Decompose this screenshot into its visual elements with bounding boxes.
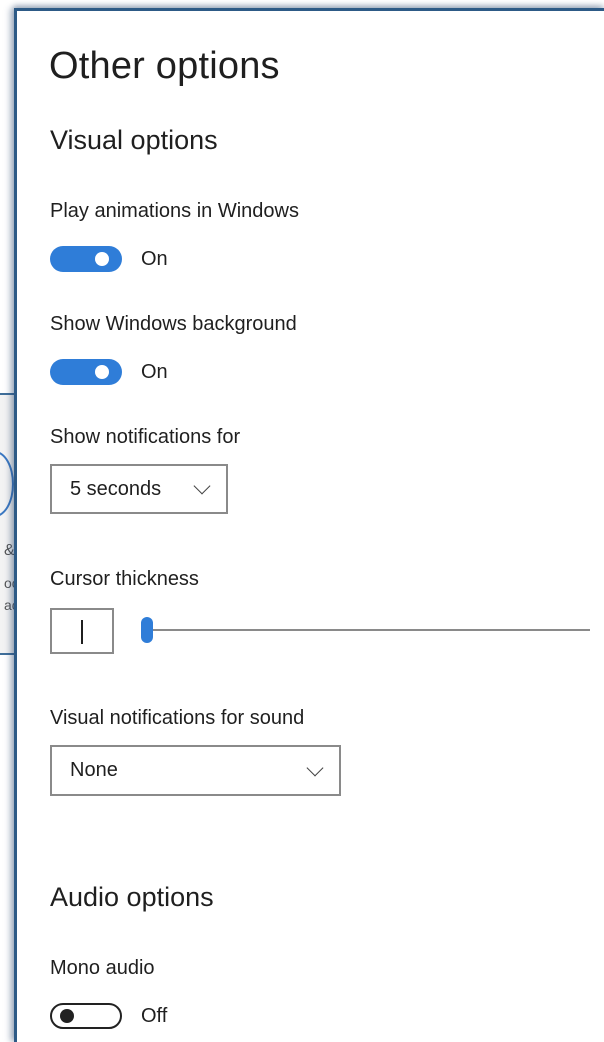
audio-options-heading: Audio options [50, 882, 214, 912]
notifications-duration-label: Show notifications for [50, 426, 241, 448]
show-background-toggle[interactable] [50, 359, 122, 385]
play-animations-state: On [141, 247, 168, 270]
cursor-thickness-slider[interactable] [141, 617, 590, 643]
cursor-thickness-preview [50, 608, 114, 654]
show-background-row: On [50, 357, 168, 387]
sound-notifications-dropdown[interactable]: None [50, 745, 341, 796]
play-animations-toggle[interactable] [50, 246, 122, 272]
sound-notifications-label: Visual notifications for sound [50, 707, 305, 729]
notifications-duration-dropdown[interactable]: 5 seconds [50, 464, 228, 514]
other-options-panel: Other options Visual options Play animat… [14, 8, 604, 1042]
notifications-duration-value: 5 seconds [70, 477, 162, 500]
text-cursor-icon [81, 620, 83, 644]
cursor-thickness-slider-thumb[interactable] [141, 617, 153, 643]
background-circle-icon [0, 451, 14, 517]
play-animations-row: On [50, 244, 168, 274]
play-animations-label: Play animations in Windows [50, 200, 299, 222]
cursor-thickness-label: Cursor thickness [50, 568, 199, 590]
mono-audio-toggle[interactable] [50, 1003, 122, 1029]
sound-notifications-value: None [70, 759, 118, 781]
mono-audio-row: Off [50, 1001, 167, 1031]
visual-options-heading: Visual options [50, 125, 218, 155]
mono-audio-label: Mono audio [50, 957, 155, 979]
chevron-down-icon [306, 759, 324, 776]
show-background-label: Show Windows background [50, 313, 297, 335]
mono-audio-state: Off [141, 1004, 168, 1027]
chevron-down-icon [193, 477, 211, 495]
page-title: Other options [49, 45, 280, 87]
show-background-state: On [141, 360, 168, 383]
